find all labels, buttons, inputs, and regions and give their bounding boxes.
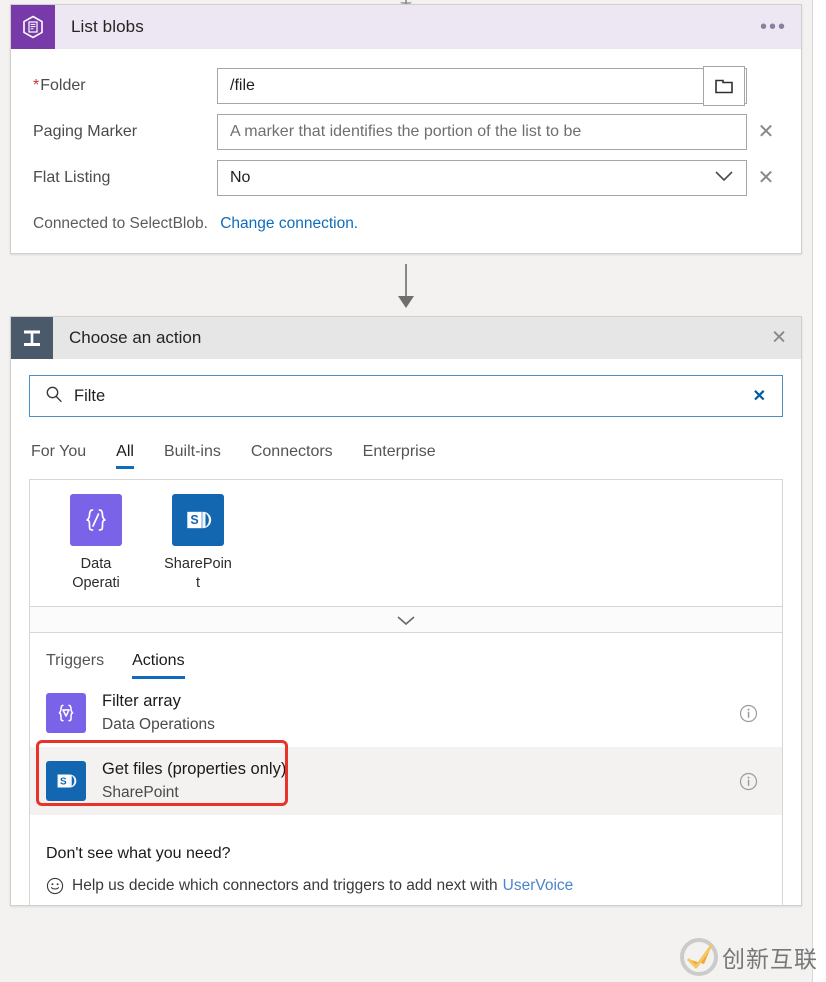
folder-input[interactable] [217, 68, 747, 104]
picker-footer: Don't see what you need? Help us decide … [29, 815, 783, 905]
info-icon[interactable] [739, 772, 758, 791]
data-operations-icon [70, 494, 122, 546]
flat-listing-field-label: Flat Listing [33, 169, 111, 186]
tab-built-ins[interactable]: Built-ins [164, 443, 221, 469]
connector-tile-sharepoint[interactable]: S SharePoin t [148, 494, 248, 593]
flat-listing-clear-button[interactable]: ✕ [747, 168, 785, 188]
card-body: *Folder Paging Marker ✕ [11, 49, 801, 253]
chevron-down-icon [397, 615, 415, 625]
subtab-triggers[interactable]: Triggers [46, 652, 104, 679]
footer-help-text: Help us decide which connectors and trig… [72, 877, 498, 894]
connector-carousel: Data Operati S SharePoin t [29, 479, 783, 607]
sharepoint-icon: S [172, 494, 224, 546]
list-blobs-action-card[interactable]: List blobs ••• *Folder Paging [10, 4, 802, 254]
paging-marker-clear-button[interactable]: ✕ [747, 122, 785, 142]
result-row-filter-array[interactable]: Filter array Data Operations [30, 679, 782, 747]
connector-tile-label-line1: Data [80, 556, 112, 572]
footer-question: Don't see what you need? [46, 845, 231, 862]
card-overflow-menu-button[interactable]: ••• [760, 17, 787, 37]
folder-label-text: Folder [40, 77, 86, 94]
search-bar[interactable]: ✕ [29, 375, 783, 417]
field-row-folder: *Folder [27, 63, 785, 109]
connector-tiles: Data Operati S SharePoin t [46, 494, 766, 593]
change-connection-link[interactable]: Change connection. [220, 215, 358, 232]
connector-tile-label: SharePoin t [148, 555, 248, 593]
result-text: Filter array Data Operations [102, 690, 739, 736]
connector-arrow-middle [398, 296, 414, 308]
insert-action-icon [11, 317, 53, 359]
flow-designer-canvas: List blobs ••• *Folder Paging [0, 0, 812, 982]
subtab-actions[interactable]: Actions [132, 652, 186, 679]
data-operations-icon [46, 693, 86, 733]
info-icon[interactable] [739, 704, 758, 723]
tab-enterprise[interactable]: Enterprise [363, 443, 436, 469]
folder-picker-button[interactable] [703, 66, 745, 106]
connection-status-text: Connected to SelectBlob. [33, 215, 208, 232]
paging-marker-input[interactable] [217, 114, 747, 150]
card-header: List blobs ••• [11, 5, 801, 49]
result-row-get-files[interactable]: S Get files (properties only) SharePoint [30, 747, 782, 815]
results-list: Filter array Data Operations S Get files… [29, 679, 783, 815]
picker-header: Choose an action ✕ [11, 317, 801, 359]
close-icon[interactable]: ✕ [771, 329, 787, 348]
result-title: Filter array [102, 692, 181, 710]
result-subtitle: Data Operations [102, 716, 215, 733]
paging-marker-control [217, 114, 747, 150]
picker-title: Choose an action [69, 328, 202, 347]
footer-help-row: Help us decide which connectors and trig… [46, 877, 782, 895]
tab-all[interactable]: All [116, 443, 134, 469]
uservoice-link[interactable]: UserVoice [503, 877, 574, 895]
sharepoint-icon: S [46, 761, 86, 801]
tab-for-you[interactable]: For You [31, 443, 86, 469]
tab-connectors[interactable]: Connectors [251, 443, 333, 469]
search-input[interactable] [64, 386, 753, 406]
field-row-flat-listing: Flat Listing ✕ [27, 155, 785, 201]
carousel-expand-button[interactable] [29, 607, 783, 633]
result-text: Get files (properties only) SharePoint [102, 758, 739, 804]
connector-tile-label-line2: t [195, 575, 201, 591]
search-icon [44, 384, 64, 408]
connector-tile-label-line1: SharePoin [164, 556, 232, 572]
connector-tile-label-line2: Operati [72, 575, 120, 591]
choose-an-action-panel: Choose an action ✕ ✕ For You All Built- [10, 316, 802, 906]
results-subtabs: Triggers Actions [29, 633, 783, 679]
folder-control [217, 66, 747, 106]
field-row-paging-marker: Paging Marker ✕ [27, 109, 785, 155]
svg-text:S: S [60, 776, 67, 787]
flat-listing-control [217, 160, 747, 196]
required-marker: * [33, 77, 40, 94]
result-title: Get files (properties only) [102, 760, 287, 778]
connector-tile-label: Data Operati [46, 555, 146, 593]
svg-text:S: S [190, 513, 198, 527]
connection-status-row: Connected to SelectBlob. Change connecti… [27, 201, 785, 243]
paging-marker-field-label: Paging Marker [33, 123, 138, 140]
result-subtitle: SharePoint [102, 784, 179, 801]
connector-tile-data-operations[interactable]: Data Operati [46, 494, 146, 593]
folder-icon [715, 79, 733, 94]
page-scrollbar-gutter[interactable] [812, 0, 826, 982]
picker-body: ✕ For You All Built-ins Connectors Enter… [11, 375, 801, 905]
azure-blob-hexagon-icon [11, 5, 55, 49]
picker-tabs: For You All Built-ins Connectors Enterpr… [29, 431, 783, 469]
smiley-icon [46, 877, 64, 895]
folder-field-label: *Folder [27, 77, 217, 95]
search-clear-button[interactable]: ✕ [753, 386, 766, 406]
card-title: List blobs [71, 17, 144, 36]
flat-listing-dropdown[interactable] [217, 160, 747, 196]
